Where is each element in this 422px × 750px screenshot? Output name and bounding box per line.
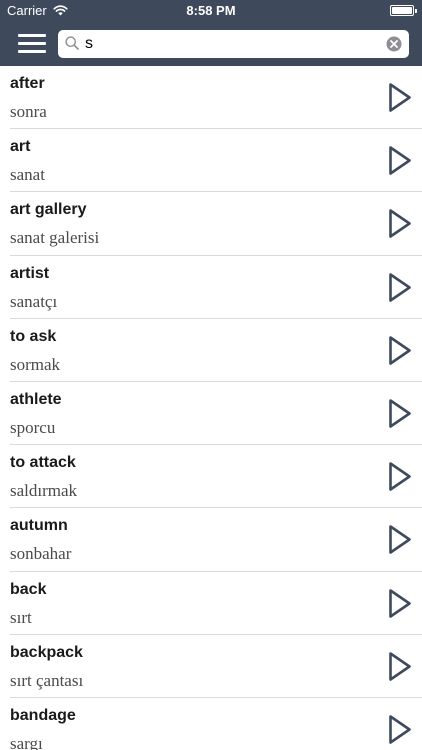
battery-icon (390, 5, 417, 16)
play-triangle-icon[interactable] (388, 524, 412, 555)
english-word: artist (10, 264, 50, 282)
search-icon (65, 36, 79, 50)
navigation-bar (0, 22, 422, 66)
word-list-item[interactable]: backpack sırt çantası (10, 635, 422, 698)
battery-level (392, 7, 412, 14)
word-list-item[interactable]: art gallery sanat galerisi (10, 192, 422, 256)
english-word: art (10, 138, 31, 156)
word-list-item[interactable]: art sanat (10, 129, 422, 193)
status-time: 8:58 PM (186, 3, 236, 18)
english-word: bandage (10, 706, 76, 724)
english-word: athlete (10, 390, 62, 408)
play-triangle-icon[interactable] (388, 461, 412, 492)
turkish-translation: sanatçı (10, 291, 58, 311)
play-triangle-icon[interactable] (388, 714, 412, 745)
english-word: backpack (10, 643, 83, 661)
turkish-translation: sırt (10, 607, 32, 627)
play-triangle-icon[interactable] (388, 651, 412, 682)
search-field[interactable] (58, 30, 409, 58)
turkish-translation: sonbahar (10, 544, 72, 564)
turkish-translation: saldırmak (10, 481, 78, 501)
status-bar: Carrier 8:58 PM (0, 0, 422, 22)
clear-circle-x-icon[interactable] (386, 36, 402, 52)
play-triangle-icon[interactable] (388, 335, 412, 366)
english-word: art gallery (10, 201, 87, 219)
word-list: after sonra art sanat art gallery sanat … (0, 66, 422, 750)
word-list-item[interactable]: to attack saldırmak (10, 445, 422, 509)
turkish-translation: sormak (10, 354, 61, 374)
english-word: back (10, 580, 47, 598)
turkish-translation: sargı (10, 733, 43, 750)
play-triangle-icon[interactable] (388, 272, 412, 303)
english-word: to ask (10, 327, 57, 345)
play-triangle-icon[interactable] (388, 145, 412, 176)
play-triangle-icon[interactable] (388, 398, 412, 429)
word-list-item[interactable]: artist sanatçı (10, 256, 422, 319)
search-input[interactable] (85, 32, 375, 56)
turkish-translation: sonra (10, 102, 47, 121)
turkish-translation: sanat (10, 165, 45, 185)
english-word: to attack (10, 454, 76, 472)
word-list-item[interactable]: bandage sargı (10, 698, 422, 750)
turkish-translation: sporcu (10, 417, 56, 437)
turkish-translation: sırt çantası (10, 670, 84, 690)
english-word: after (10, 75, 45, 92)
english-word: autumn (10, 517, 68, 535)
word-list-item[interactable]: autumn sonbahar (10, 508, 422, 572)
play-triangle-icon[interactable] (388, 588, 412, 619)
word-list-item[interactable]: athlete sporcu (10, 382, 422, 446)
menu-button[interactable] (18, 34, 46, 54)
turkish-translation: sanat galerisi (10, 228, 100, 248)
word-list-item[interactable]: to ask sormak (10, 319, 422, 382)
play-triangle-icon[interactable] (388, 208, 412, 239)
word-list-item[interactable]: back sırt (10, 572, 422, 635)
word-list-item[interactable]: after sonra (10, 66, 422, 130)
hamburger-menu-icon (18, 34, 46, 37)
play-triangle-icon[interactable] (388, 82, 412, 113)
